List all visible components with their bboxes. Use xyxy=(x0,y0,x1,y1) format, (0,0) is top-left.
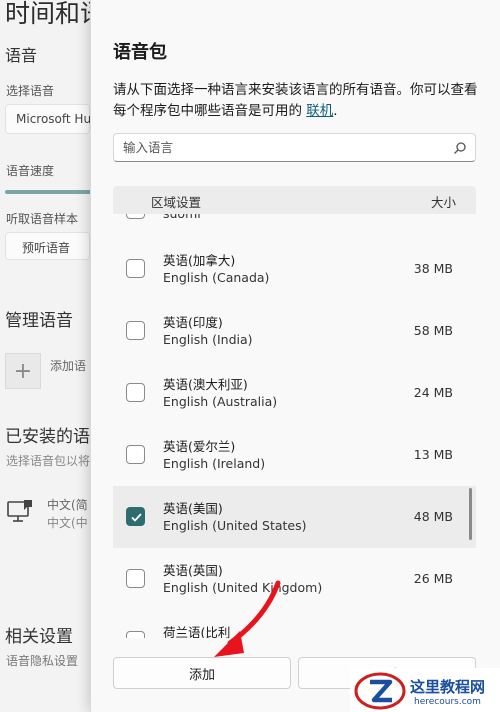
section-voice-heading: 语音 xyxy=(5,46,38,65)
voice-dropdown[interactable]: Microsoft Hu xyxy=(5,104,92,134)
preview-voice-button[interactable]: 预听语音 xyxy=(5,232,90,260)
list-item-english-united-kingdom[interactable]: 英语(英国) English (United Kingdom) 26 MB xyxy=(113,548,476,610)
list-item-name: 英语(印度) xyxy=(163,315,223,330)
watermark-url: herecours.com xyxy=(414,697,481,707)
list-item-english-canada[interactable]: 英语(加拿大) English (Canada) 38 MB xyxy=(113,238,476,300)
list-item-size: 38 MB xyxy=(413,261,453,276)
related-settings-heading: 相关设置 xyxy=(5,627,73,647)
list-item-size: 26 MB xyxy=(413,571,453,586)
voice-privacy-link[interactable]: 语音隐私设置 xyxy=(6,652,78,669)
list-item-size: 13 MB xyxy=(413,447,453,462)
checkbox[interactable] xyxy=(126,445,145,464)
list-item-english-ireland[interactable]: 英语(爱尔兰) English (Ireland) 13 MB xyxy=(113,424,476,486)
search-icon xyxy=(454,142,466,154)
watermark-text: 这里教程网 xyxy=(410,678,486,696)
language-search-box[interactable] xyxy=(113,133,476,162)
list-item-english-australia[interactable]: 英语(澳大利亚) English (Australia) 24 MB xyxy=(113,362,476,424)
add-voice-plus-icon[interactable]: + xyxy=(5,353,41,389)
checkbox[interactable] xyxy=(126,383,145,402)
column-region[interactable]: 区域设置 xyxy=(151,192,201,211)
list-item-sub: English (Canada) xyxy=(163,270,270,285)
description-period: . xyxy=(333,103,338,119)
voice-speed-label: 语音速度 xyxy=(6,164,55,178)
installed-voices-heading: 已安装的语 xyxy=(5,427,90,447)
list-item-sub: English (India) xyxy=(163,332,253,347)
dialog-title: 语音包 xyxy=(113,42,167,63)
list-item-sub: suomi xyxy=(163,214,201,221)
list-item-sub: English (Australia) xyxy=(163,394,278,409)
list-item-name: 英语(加拿大) xyxy=(163,253,236,268)
checkbox[interactable] xyxy=(126,569,145,588)
installed-voice-2: 中文(中 xyxy=(47,516,88,530)
list-item-sub: English (Ireland) xyxy=(163,456,266,471)
list-scrollbar[interactable] xyxy=(469,488,472,540)
list-item-dutch-belgium[interactable]: 荷兰语(比利 xyxy=(113,610,476,638)
checkmark-icon xyxy=(131,513,142,522)
language-search-input[interactable] xyxy=(114,134,434,161)
choose-voice-label: 选择语音 xyxy=(6,84,55,98)
add-voice-label[interactable]: 添加语 xyxy=(50,357,86,374)
preview-voice-label: 预听语音 xyxy=(22,241,71,255)
manage-voices-heading: 管理语音 xyxy=(5,311,73,331)
list-item-english-india[interactable]: 英语(印度) English (India) 58 MB xyxy=(113,300,476,362)
checkbox[interactable] xyxy=(126,214,145,219)
list-item-english-united-states[interactable]: 英语(美国) English (United States) 48 MB xyxy=(113,486,476,548)
voice-dropdown-value: Microsoft Hu xyxy=(16,112,92,126)
language-list-header: 区域设置 大小 xyxy=(113,186,476,214)
dialog-description: 请从下面选择一种语言来安装该语言的所有语音。你可以查看每个程序包中哪些语音是可用… xyxy=(113,80,483,122)
list-item-name: 英语(美国) xyxy=(163,501,223,516)
list-item-size: 24 MB xyxy=(413,385,453,400)
monitor-speech-icon xyxy=(7,500,32,522)
list-item-name: 英语(澳大利亚) xyxy=(163,377,248,392)
list-item-name: 英语(爱尔兰) xyxy=(163,439,236,454)
voice-pack-dialog: 语音包 请从下面选择一种语言来安装该语言的所有语音。你可以查看每个程序包中哪些语… xyxy=(90,0,500,712)
listen-sample-label: 听取语音样本 xyxy=(6,212,79,226)
checkbox[interactable] xyxy=(126,631,145,638)
red-arrow-annotation xyxy=(214,580,281,657)
list-item-size: 48 MB xyxy=(413,509,453,524)
list-item-sub: English (United States) xyxy=(163,518,307,533)
description-text: 请从下面选择一种语言来安装该语言的所有语音。你可以查看每个程序包中哪些语音是可用… xyxy=(113,82,478,119)
list-item-size: 58 MB xyxy=(413,323,453,338)
installed-voice-1: 中文(简 xyxy=(47,498,88,512)
checkbox-checked[interactable] xyxy=(126,507,145,526)
column-size[interactable]: 大小 xyxy=(431,192,456,211)
checkbox[interactable] xyxy=(126,259,145,278)
voice-speed-slider[interactable] xyxy=(5,190,93,194)
language-list[interactable]: suomi 英语(加拿大) English (Canada) 38 MB 英语(… xyxy=(113,214,476,638)
online-link[interactable]: 联机 xyxy=(306,103,333,119)
installed-voices-hint: 选择语音包以将 xyxy=(6,454,91,468)
checkbox[interactable] xyxy=(126,321,145,340)
